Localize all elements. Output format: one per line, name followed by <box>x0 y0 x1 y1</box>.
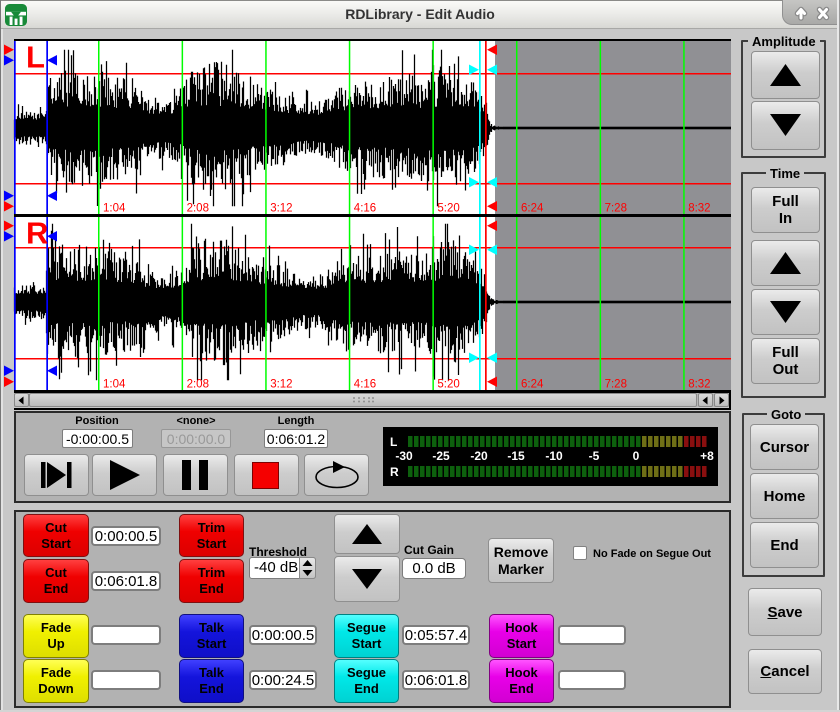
svg-text:6:24: 6:24 <box>521 379 544 391</box>
svg-text:2:08: 2:08 <box>187 203 209 215</box>
svg-text:1:04: 1:04 <box>103 379 126 391</box>
svg-text:8:32: 8:32 <box>688 203 710 215</box>
svg-text:3:12: 3:12 <box>270 379 292 391</box>
svg-text:6:24: 6:24 <box>521 203 544 215</box>
svg-text:1:04: 1:04 <box>103 203 126 215</box>
svg-text:5:20: 5:20 <box>437 379 459 391</box>
svg-text:8:32: 8:32 <box>688 379 710 391</box>
svg-text:4:16: 4:16 <box>354 203 376 215</box>
svg-text:5:20: 5:20 <box>437 203 459 215</box>
svg-text:2:08: 2:08 <box>187 379 209 391</box>
svg-text:R: R <box>26 216 48 251</box>
svg-text:4:16: 4:16 <box>354 379 376 391</box>
svg-text:7:28: 7:28 <box>605 379 627 391</box>
svg-text:L: L <box>26 41 45 75</box>
svg-text:7:28: 7:28 <box>605 203 627 215</box>
svg-text:3:12: 3:12 <box>270 203 292 215</box>
